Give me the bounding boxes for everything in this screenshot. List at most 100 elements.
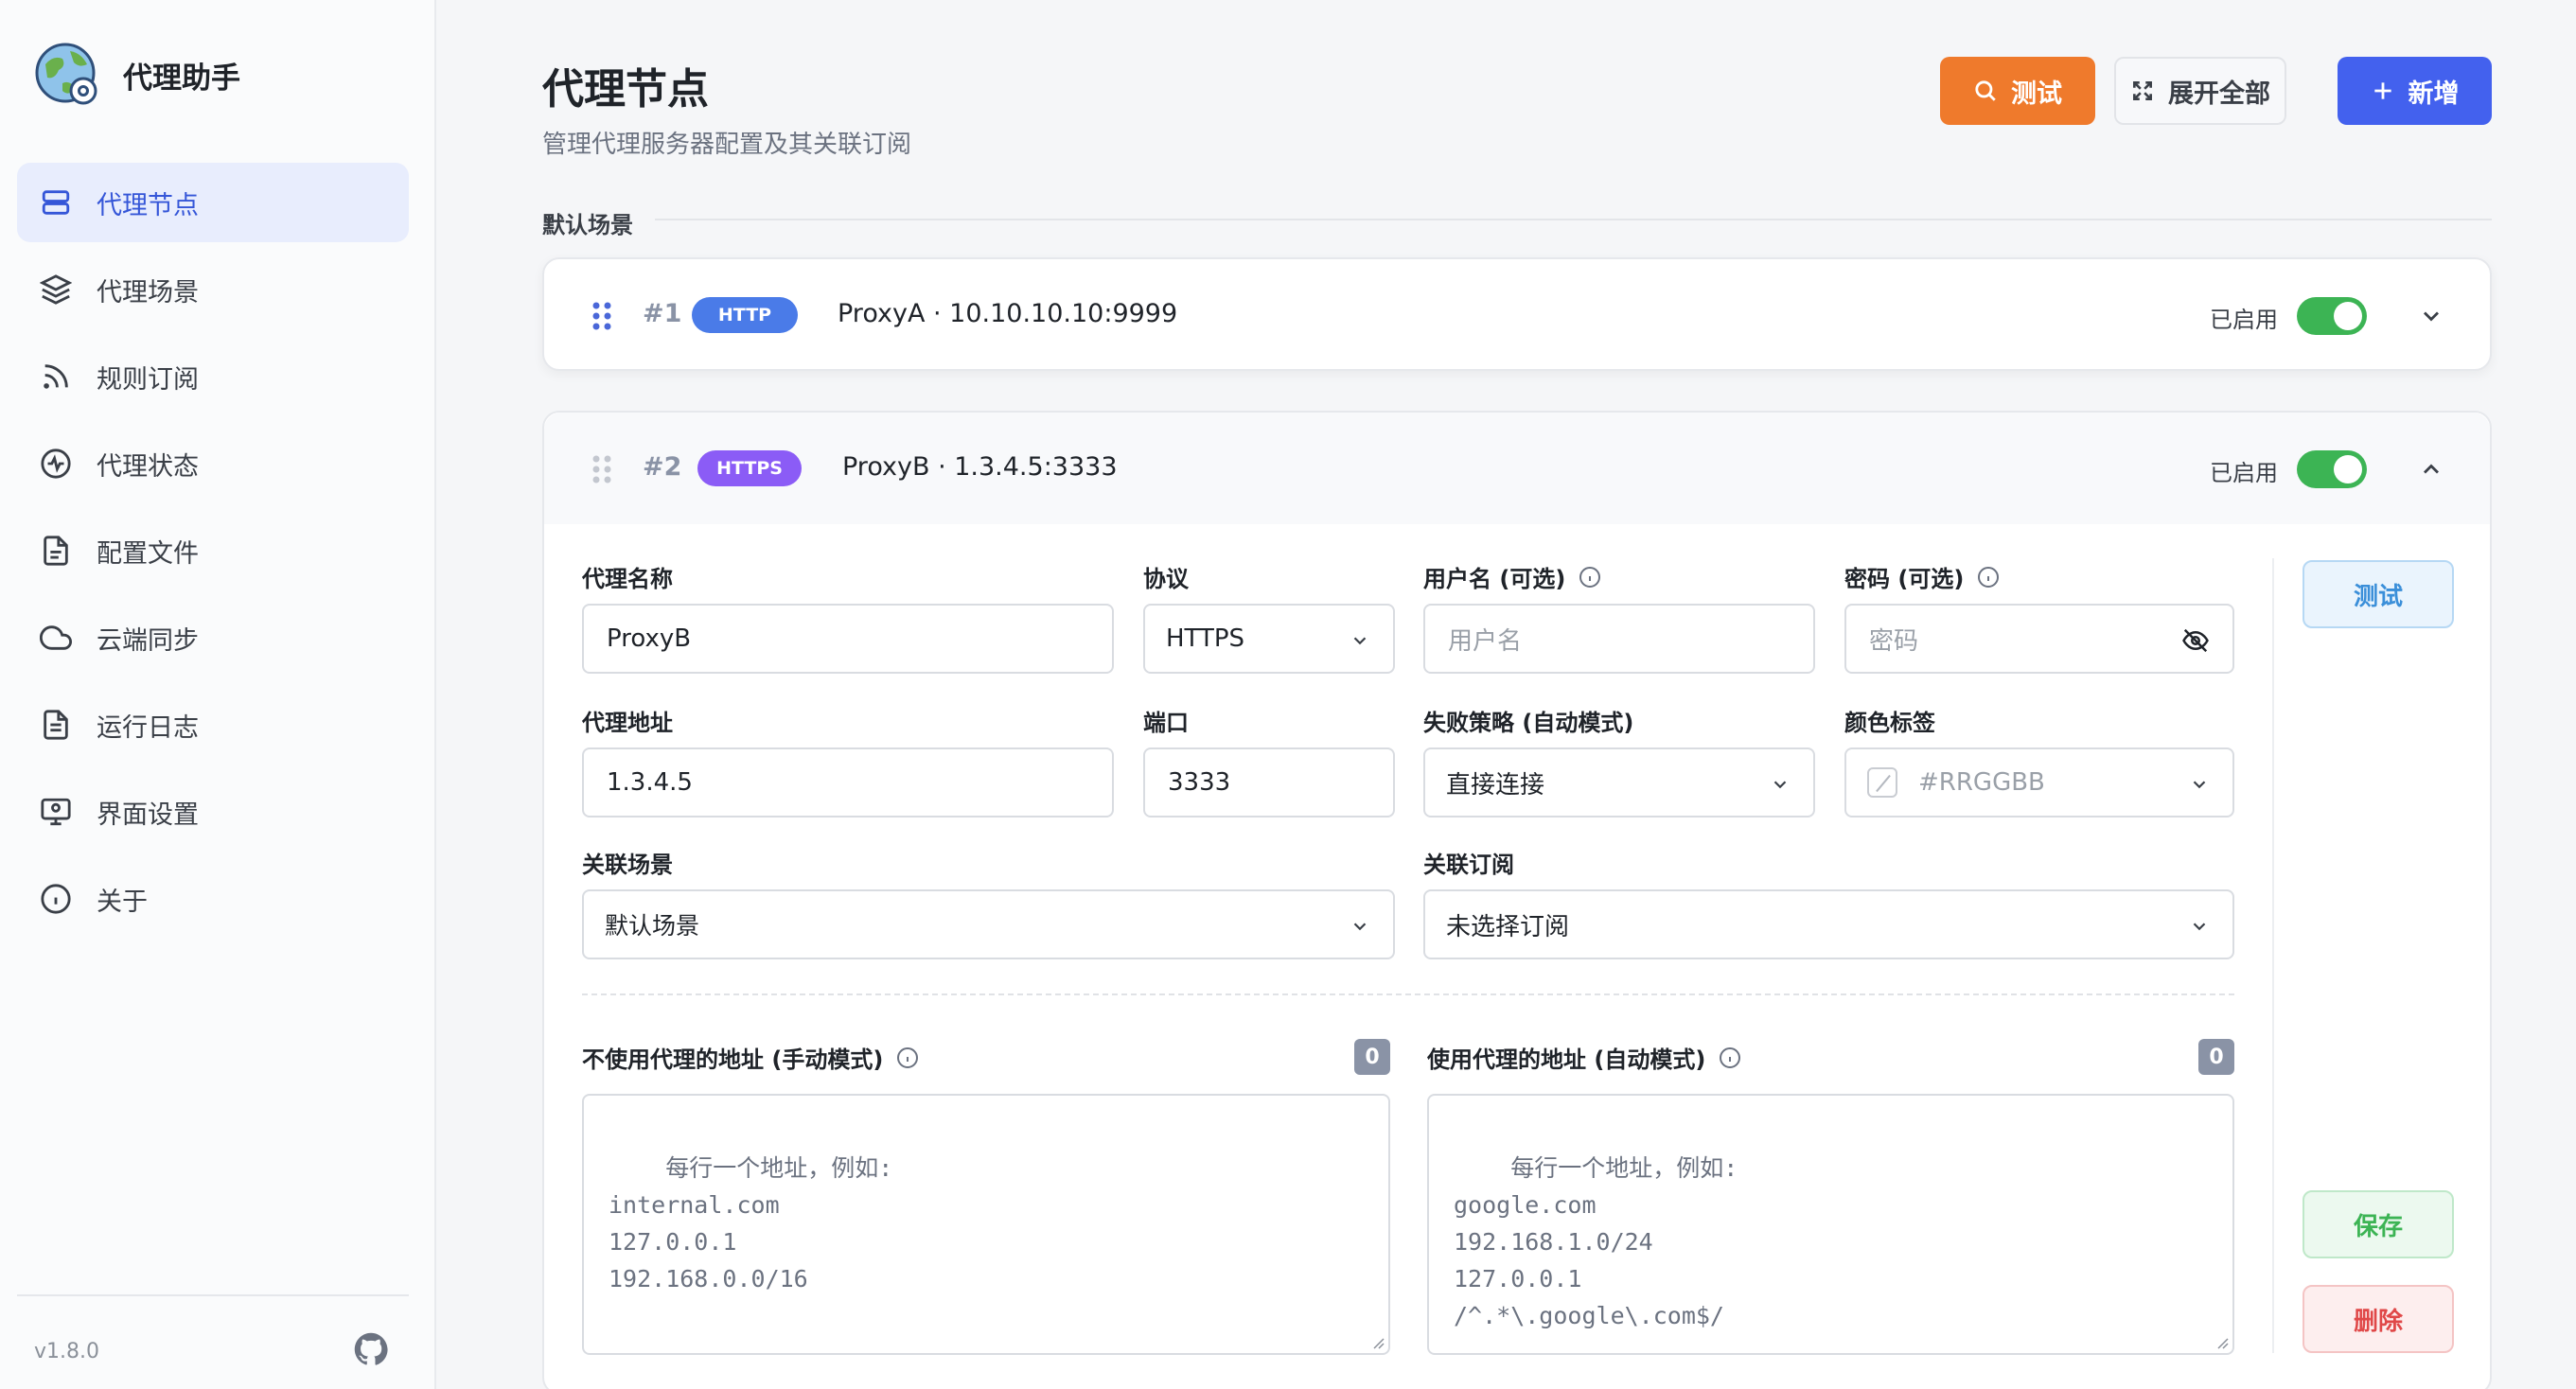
scene-label: 关联场景 bbox=[582, 852, 673, 878]
activity-icon bbox=[40, 448, 72, 480]
proxy-card: #1 HTTP ProxyA · 10.10.10.10:9999 已启用 bbox=[542, 257, 2492, 371]
save-button[interactable]: 保存 bbox=[2303, 1190, 2454, 1258]
proxy-card: #2 HTTPS ProxyB · 1.3.4.5:3333 已启用 代理名称 … bbox=[542, 411, 2492, 1389]
test-all-button[interactable]: 测试 bbox=[1940, 57, 2095, 125]
proxy-card-header[interactable]: #2 HTTPS ProxyB · 1.3.4.5:3333 已启用 bbox=[544, 413, 2490, 524]
sidebar-item-label: 云端同步 bbox=[97, 625, 199, 656]
protocol-label: 协议 bbox=[1143, 566, 1189, 592]
log-icon bbox=[40, 709, 72, 741]
page-subtitle: 管理代理服务器配置及其关联订阅 bbox=[542, 131, 912, 159]
proxy-address-input[interactable]: 1.3.4.5 bbox=[582, 747, 1114, 818]
eye-off-icon[interactable] bbox=[2181, 626, 2210, 655]
bypass-list-textarea[interactable]: 每行一个地址，例如: internal.com 127.0.0.1 192.16… bbox=[582, 1094, 1390, 1355]
add-node-button[interactable]: 新增 bbox=[2338, 57, 2492, 125]
chevron-down-icon bbox=[2193, 923, 2206, 931]
bypass-count-badge: 0 bbox=[1354, 1039, 1390, 1075]
expand-icon bbox=[2133, 81, 2152, 100]
sidebar-item-cloud-sync[interactable]: 云端同步 bbox=[17, 598, 409, 677]
info-icon[interactable] bbox=[896, 1046, 919, 1069]
bypass-list-label: 不使用代理的地址 (手动模式) bbox=[582, 1041, 919, 1074]
chevron-down-icon bbox=[1353, 637, 1367, 645]
status-label: 已启用 bbox=[2210, 307, 2278, 333]
sidebar-item-label: 运行日志 bbox=[97, 712, 199, 743]
info-icon[interactable] bbox=[1579, 566, 1601, 589]
sidebar-item-label: 代理场景 bbox=[97, 277, 199, 308]
node-title: ProxyB · 1.3.4.5:3333 bbox=[842, 452, 1118, 482]
subscription-label: 关联订阅 bbox=[1423, 852, 1514, 878]
group-label: 默认场景 bbox=[542, 212, 633, 238]
use-proxy-list-label: 使用代理的地址 (自动模式) bbox=[1427, 1041, 1741, 1074]
resize-handle-icon[interactable] bbox=[1369, 1334, 1385, 1349]
sidebar-item-about[interactable]: 关于 bbox=[17, 859, 409, 939]
failure-strategy-label: 失败策略 (自动模式) bbox=[1423, 710, 1634, 736]
sidebar-item-proxy-status[interactable]: 代理状态 bbox=[17, 424, 409, 503]
sidebar-item-label: 规则订阅 bbox=[97, 364, 199, 395]
globe-gear-logo-icon bbox=[35, 43, 97, 105]
group-divider bbox=[655, 219, 2492, 220]
port-input[interactable]: 3333 bbox=[1143, 747, 1395, 818]
chevron-up-icon[interactable] bbox=[2418, 456, 2444, 483]
password-input[interactable]: 密码 bbox=[1844, 604, 2234, 674]
sidebar-footer: v1.8.0 bbox=[17, 1294, 409, 1389]
username-label: 用户名 (可选) bbox=[1423, 560, 1601, 593]
page-title: 代理节点 bbox=[542, 65, 709, 114]
sidebar-item-label: 代理状态 bbox=[97, 451, 199, 482]
password-label: 密码 (可选) bbox=[1844, 560, 2000, 593]
protocol-badge: HTTP bbox=[692, 297, 798, 333]
sidebar-item-label: 界面设置 bbox=[97, 800, 199, 830]
use-proxy-count-badge: 0 bbox=[2198, 1039, 2234, 1075]
file-icon bbox=[40, 535, 72, 567]
chevron-down-icon bbox=[1353, 923, 1367, 931]
version-label: v1.8.0 bbox=[34, 1340, 99, 1363]
node-title: ProxyA · 10.10.10.10:9999 bbox=[838, 299, 1178, 328]
brand: 代理助手 bbox=[34, 42, 240, 108]
sidebar: 代理助手 代理节点 代理场景 规则订阅 代理状态 配置文件 云端同步 运行日志 … bbox=[0, 0, 436, 1389]
form-divider bbox=[582, 993, 2234, 995]
use-proxy-list-textarea[interactable]: 每行一个地址，例如: google.com 192.168.1.0/24 127… bbox=[1427, 1094, 2234, 1355]
drag-handle-icon[interactable] bbox=[591, 301, 612, 331]
sidebar-item-ui-settings[interactable]: 界面设置 bbox=[17, 772, 409, 852]
proxy-card-header[interactable]: #1 HTTP ProxyA · 10.10.10.10:9999 已启用 bbox=[544, 259, 2490, 373]
color-tag-select[interactable]: #RRGGBB bbox=[1844, 747, 2234, 818]
proxy-name-input[interactable]: ProxyB bbox=[582, 604, 1114, 674]
info-icon[interactable] bbox=[1719, 1046, 1741, 1069]
sidebar-item-rule-subscriptions[interactable]: 规则订阅 bbox=[17, 337, 409, 416]
sidebar-item-proxy-nodes[interactable]: 代理节点 bbox=[17, 163, 409, 242]
name-label: 代理名称 bbox=[582, 566, 673, 592]
layers-icon bbox=[40, 273, 72, 306]
sidebar-item-label: 代理节点 bbox=[97, 190, 199, 220]
test-node-button[interactable]: 测试 bbox=[2303, 560, 2454, 628]
color-tag-label: 颜色标签 bbox=[1844, 710, 1935, 736]
chevron-down-icon bbox=[2193, 781, 2206, 789]
chevron-down-icon[interactable] bbox=[2418, 303, 2444, 329]
sidebar-item-config-files[interactable]: 配置文件 bbox=[17, 511, 409, 590]
monitor-icon bbox=[40, 796, 72, 828]
plus-icon bbox=[2373, 82, 2391, 99]
enable-toggle[interactable] bbox=[2297, 450, 2367, 488]
node-index: #1 bbox=[643, 299, 682, 328]
protocol-select[interactable]: HTTPS bbox=[1143, 604, 1395, 674]
scene-select[interactable]: 默认场景 bbox=[582, 889, 1395, 959]
protocol-badge: HTTPS bbox=[697, 450, 802, 486]
address-label: 代理地址 bbox=[582, 710, 673, 736]
github-icon[interactable] bbox=[354, 1332, 388, 1366]
search-icon bbox=[1975, 80, 1996, 101]
info-icon[interactable] bbox=[1977, 566, 2000, 589]
subscription-select[interactable]: 未选择订阅 bbox=[1423, 889, 2234, 959]
cloud-icon bbox=[40, 622, 72, 654]
expand-all-button[interactable]: 展开全部 bbox=[2114, 57, 2286, 125]
sidebar-item-run-logs[interactable]: 运行日志 bbox=[17, 685, 409, 765]
failure-strategy-select[interactable]: 直接连接 bbox=[1423, 747, 1815, 818]
drag-handle-icon[interactable] bbox=[591, 454, 612, 484]
resize-handle-icon[interactable] bbox=[2214, 1334, 2229, 1349]
rss-icon bbox=[40, 360, 72, 393]
enable-toggle[interactable] bbox=[2297, 297, 2367, 335]
status-label: 已启用 bbox=[2210, 460, 2278, 486]
action-separator bbox=[2272, 558, 2274, 1353]
app-name: 代理助手 bbox=[123, 61, 240, 96]
sidebar-item-label: 关于 bbox=[97, 887, 148, 917]
delete-button[interactable]: 删除 bbox=[2303, 1285, 2454, 1353]
sidebar-item-proxy-scenes[interactable]: 代理场景 bbox=[17, 250, 409, 329]
sidebar-nav: 代理节点 代理场景 规则订阅 代理状态 配置文件 云端同步 运行日志 界面设置 bbox=[17, 163, 409, 946]
username-input[interactable]: 用户名 bbox=[1423, 604, 1815, 674]
